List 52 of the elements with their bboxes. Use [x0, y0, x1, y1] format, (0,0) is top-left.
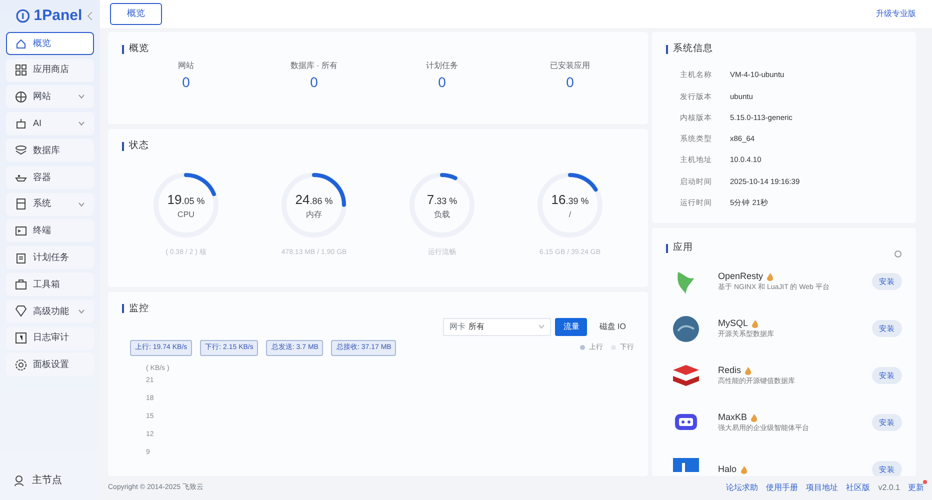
gauge-value: 19.05 % [166, 190, 206, 209]
app-name[interactable]: OpenResty [718, 270, 764, 284]
stat-label: 网站 [177, 60, 195, 72]
node-label[interactable]: 主节点 [32, 473, 62, 488]
section-title: 监控 [129, 302, 149, 316]
stat-value[interactable]: 0 [122, 72, 250, 94]
stat-label: 计划任务 [425, 60, 459, 72]
section-title: 系统信息 [673, 42, 713, 56]
footer-link[interactable]: 使用手册 [766, 482, 798, 494]
section-title: 状态 [129, 139, 149, 154]
sidebar-item[interactable]: 概览 [6, 32, 94, 55]
footer-link[interactable]: 项目地址 [806, 482, 838, 494]
sidebar-item[interactable]: 容器 [6, 166, 94, 189]
stat-value[interactable]: 0 [250, 72, 378, 94]
footer-link[interactable]: 论坛求助 [726, 482, 758, 494]
app-name[interactable]: MaxKB [718, 410, 748, 424]
sidebar-item[interactable]: 网站 [6, 85, 94, 108]
sidebar-item[interactable]: 应用商店 [6, 58, 94, 82]
sidebar-item[interactable]: 高级功能 [6, 300, 94, 323]
gauge-label: / [568, 209, 572, 222]
gauge-label: CPU [176, 209, 196, 222]
section-title: 概览 [129, 42, 149, 56]
sidebar-item[interactable]: 日志审计 [6, 326, 94, 350]
stat-value[interactable]: 0 [378, 72, 506, 94]
stat-label: 数据库 · 所有 [289, 60, 339, 72]
update-link[interactable]: 更新 [908, 482, 924, 494]
gauge-label: 内存 [305, 209, 323, 222]
sidebar-item[interactable]: 工具箱 [6, 272, 94, 296]
sidebar-item[interactable]: 终端 [6, 219, 94, 242]
sidebar-item[interactable]: 数据库 [6, 138, 94, 162]
version-text: v2.0.1 [878, 482, 900, 494]
app-name[interactable]: Halo [718, 463, 737, 476]
tab[interactable]: 概览 [110, 3, 162, 25]
gauge-value: 16.39 % [550, 190, 590, 209]
sidebar-item[interactable]: 系统 [6, 192, 94, 216]
upgrade-link[interactable]: 升级专业版 [876, 8, 916, 20]
stat-value[interactable]: 0 [506, 72, 634, 94]
stat-label: 已安装应用 [549, 60, 591, 72]
toggle-button[interactable]: 磁盘 IO [591, 318, 634, 336]
footer-link[interactable]: 社区版 [846, 482, 870, 494]
sidebar-item[interactable]: 面板设置 [6, 353, 94, 376]
sidebar-item[interactable]: 计划任务 [6, 246, 94, 270]
gauge-value: 7.33 % [426, 190, 458, 209]
app-name[interactable]: MySQL [718, 316, 748, 330]
select-field[interactable]: 网卡 所有 [443, 318, 552, 336]
gauge-value: 24.86 % [294, 190, 334, 209]
logo-text: 1Panel [34, 6, 82, 26]
section-title: 应用 [673, 241, 693, 256]
app-name[interactable]: Redis [718, 364, 742, 378]
toggle-button[interactable]: 流量 [555, 318, 588, 336]
gauge-label: 负载 [433, 209, 451, 222]
sidebar-item[interactable]: AI [6, 112, 94, 136]
